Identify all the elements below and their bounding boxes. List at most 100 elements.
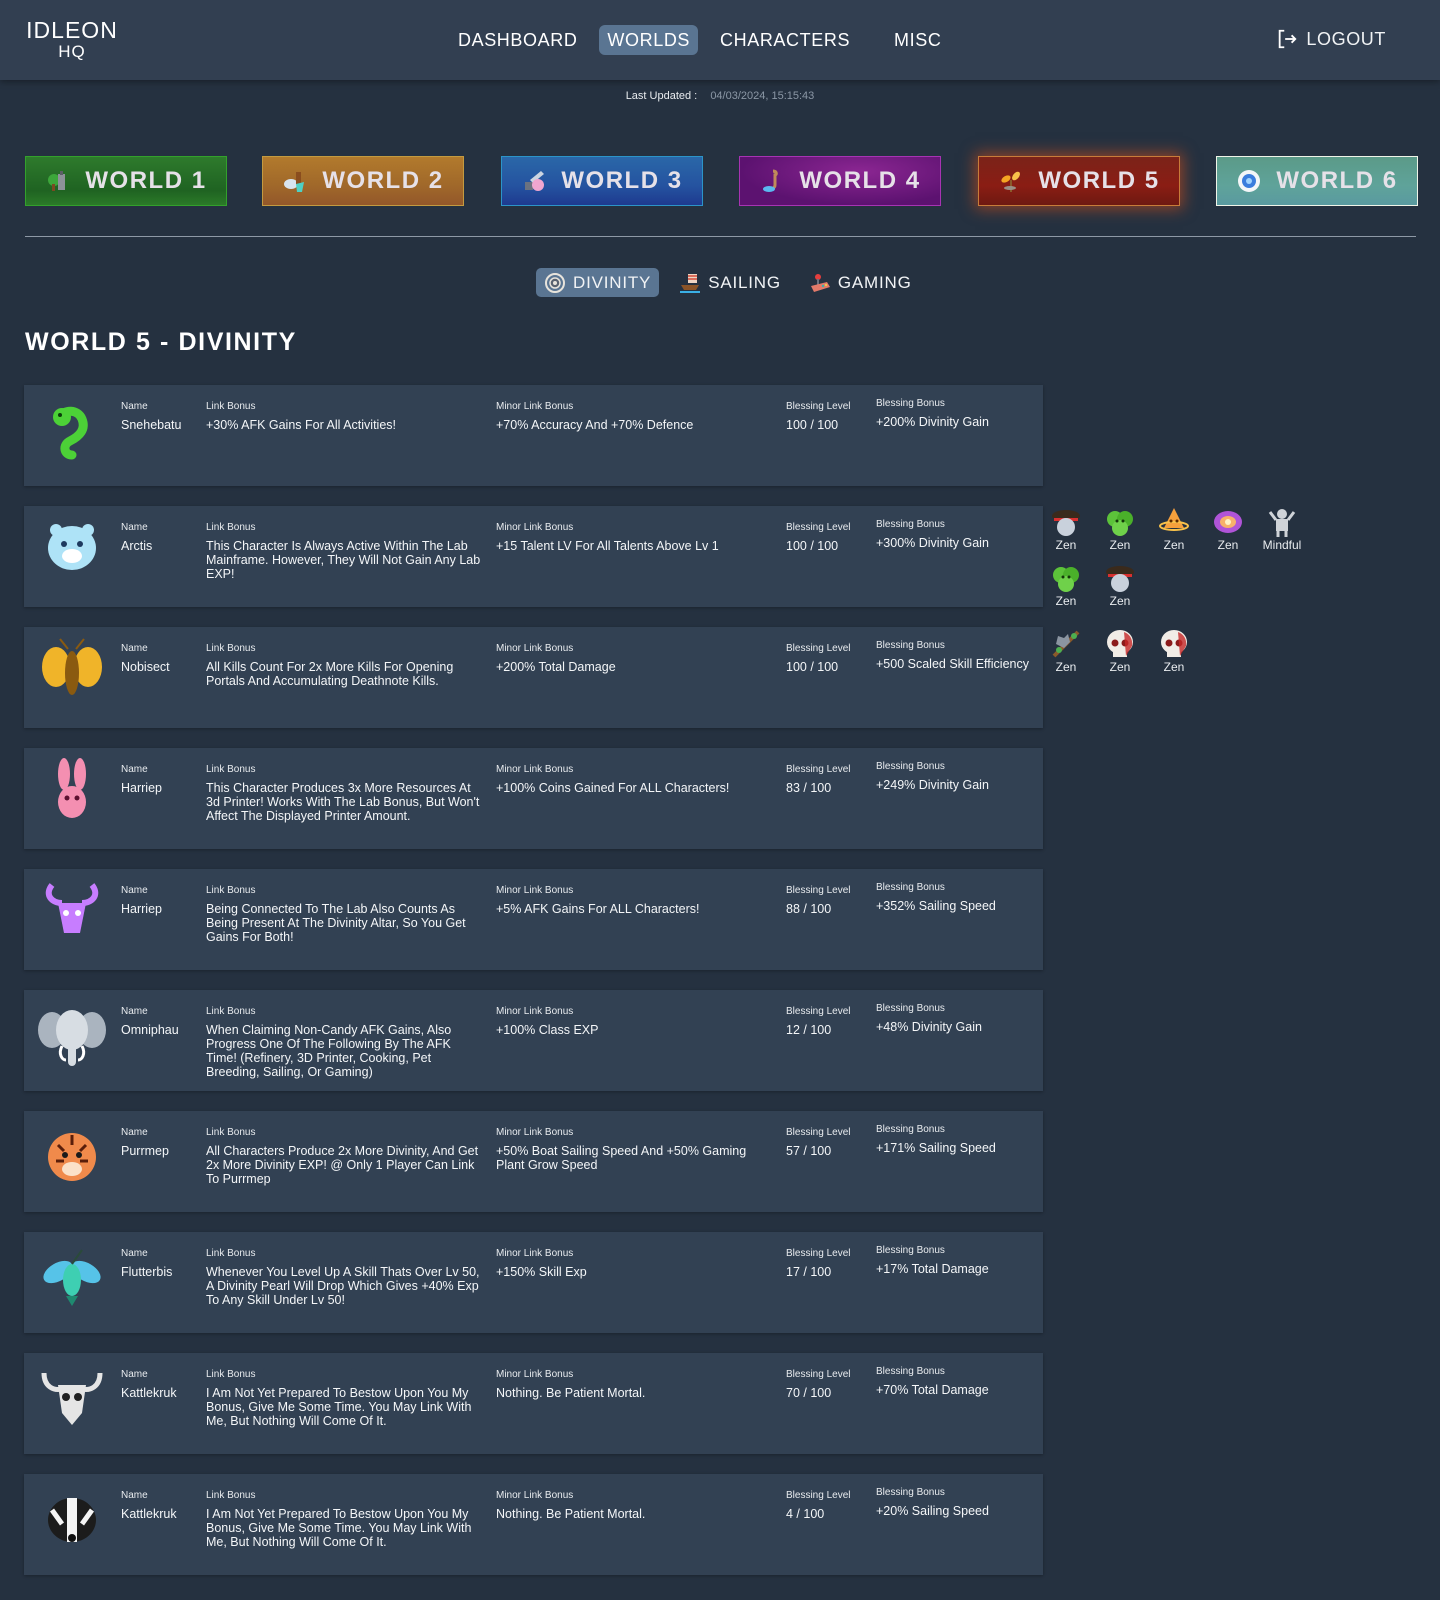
blessing-bonus-value: +20% Sailing Speed	[876, 1504, 989, 1518]
blessing-level-value: 4 / 100	[786, 1507, 825, 1521]
nav-worlds[interactable]: WORLDS	[599, 25, 699, 55]
link-bonus-column: Link Bonus I Am Not Yet Prepared To Best…	[206, 1489, 481, 1549]
link-bonus-label: Link Bonus	[206, 1248, 256, 1259]
minor-link-bonus-column: Minor Link Bonus +5% AFK Gains For ALL C…	[496, 884, 776, 916]
blessing-level-column: Blessing Level 100 / 100	[786, 400, 872, 432]
link-bonus-column: Link Bonus Whenever You Level Up A Skill…	[206, 1247, 481, 1307]
blessing-bonus-label: Blessing Bonus	[876, 1366, 945, 1377]
world-5-label: WORLD 5	[1038, 167, 1160, 194]
linked-character[interactable]: Zen	[1092, 628, 1148, 674]
blessing-bonus-column: Blessing Bonus +500 Scaled Skill Efficie…	[876, 639, 1046, 671]
link-bonus-label: Link Bonus	[206, 643, 256, 654]
world-2-button[interactable]: WORLD 2	[262, 156, 464, 206]
logout-button[interactable]: LOGOUT	[1276, 28, 1386, 50]
tab-gaming[interactable]: GAMING	[801, 268, 920, 297]
minor-link-bonus-label: Minor Link Bonus	[496, 401, 574, 412]
link-bonus-label: Link Bonus	[206, 885, 256, 896]
hummingbird-god-icon	[43, 1249, 101, 1306]
linked-character[interactable]: Zen	[1038, 562, 1094, 608]
link-bonus-value: Whenever You Level Up A Skill Thats Over…	[206, 1265, 480, 1307]
god-row-purrmep: Name Purrmep Link Bonus All Characters P…	[24, 1111, 1043, 1212]
linked-character[interactable]: Zen	[1038, 506, 1094, 552]
link-bonus-column: Link Bonus This Character Is Always Acti…	[206, 521, 481, 581]
world-2-label: WORLD 2	[322, 167, 444, 194]
minor-link-bonus-value: Nothing. Be Patient Mortal.	[496, 1507, 646, 1521]
world-5-button[interactable]: WORLD 5	[978, 156, 1180, 206]
nav-dashboard[interactable]: DASHBOARD	[458, 25, 585, 55]
world-3-label: WORLD 3	[561, 167, 683, 194]
tab-sailing[interactable]: SAILING	[671, 268, 789, 297]
link-bonus-label: Link Bonus	[206, 1369, 256, 1380]
god-avatar	[38, 1000, 106, 1068]
linked-character[interactable]: Zen	[1200, 506, 1256, 552]
god-name: Purrmep	[121, 1144, 169, 1158]
gods-list: Name Snehebatu Link Bonus +30% AFK Gains…	[24, 385, 1044, 1595]
blessing-level-value: 83 / 100	[786, 781, 832, 795]
blessing-level-value: 17 / 100	[786, 1265, 832, 1279]
minor-link-bonus-label: Minor Link Bonus	[496, 885, 574, 896]
blessing-bonus-value: +300% Divinity Gain	[876, 536, 989, 550]
god-name-column: Name Kattlekruk	[121, 1368, 201, 1400]
god-row-omniphau: Name Omniphau Link Bonus When Claiming N…	[24, 990, 1043, 1091]
god-name: Arctis	[121, 539, 153, 553]
name-label: Name	[121, 1248, 148, 1259]
blessing-bonus-label: Blessing Bonus	[876, 398, 945, 409]
blessing-bonus-column: Blessing Bonus +20% Sailing Speed	[876, 1486, 1046, 1518]
minor-link-bonus-column: Minor Link Bonus +50% Boat Sailing Speed…	[496, 1126, 776, 1172]
world-3-icon	[525, 171, 545, 191]
blessing-level-value: 88 / 100	[786, 902, 832, 916]
moth-god-icon	[42, 638, 102, 695]
world-4-button[interactable]: WORLD 4	[739, 156, 941, 206]
link-bonus-label: Link Bonus	[206, 1490, 256, 1501]
god-name-column: Name Flutterbis	[121, 1247, 201, 1279]
name-label: Name	[121, 643, 148, 654]
god-name-column: Name Harriep	[121, 884, 201, 916]
linked-character[interactable]: Zen	[1092, 506, 1148, 552]
world-6-icon	[1238, 170, 1261, 192]
world-6-button[interactable]: WORLD 6	[1216, 156, 1418, 206]
linked-character[interactable]: Zen	[1092, 562, 1148, 608]
snake-god-icon	[53, 406, 88, 460]
god-avatar	[38, 1242, 106, 1310]
god-row-kattlekruk: Name Kattlekruk Link Bonus I Am Not Yet …	[24, 1353, 1043, 1454]
minor-link-bonus-label: Minor Link Bonus	[496, 522, 574, 533]
blessing-bonus-value: +352% Sailing Speed	[876, 899, 996, 913]
blessing-level-label: Blessing Level	[786, 1248, 851, 1259]
last-updated-label: Last Updated :	[625, 90, 698, 102]
logo-subtitle: HQ	[58, 42, 86, 61]
blessing-bonus-column: Blessing Bonus +70% Total Damage	[876, 1365, 1046, 1397]
god-name: Nobisect	[121, 660, 170, 674]
linked-character[interactable]: Zen	[1038, 628, 1094, 674]
logout-label: LOGOUT	[1306, 28, 1386, 49]
god-name-column: Name Purrmep	[121, 1126, 201, 1158]
logo[interactable]: IDLEON HQ	[25, 17, 119, 61]
minor-link-bonus-column: Minor Link Bonus Nothing. Be Patient Mor…	[496, 1368, 776, 1400]
blessing-bonus-value: +500 Scaled Skill Efficiency	[876, 657, 1029, 671]
linked-character-name: Zen	[1055, 660, 1077, 674]
nav-characters[interactable]: CHARACTERS	[712, 25, 858, 55]
minor-link-bonus-label: Minor Link Bonus	[496, 1006, 574, 1017]
linked-character[interactable]: Zen	[1146, 628, 1202, 674]
tab-gaming-label: GAMING	[837, 272, 912, 292]
tab-divinity[interactable]: DIVINITY	[536, 268, 660, 297]
badger-god-icon	[48, 1498, 96, 1542]
linked-character[interactable]: Zen	[1146, 506, 1202, 552]
blessing-level-label: Blessing Level	[786, 643, 851, 654]
minor-link-bonus-column: Minor Link Bonus +200% Total Damage	[496, 642, 776, 674]
world-3-button[interactable]: WORLD 3	[501, 156, 703, 206]
name-label: Name	[121, 1006, 148, 1017]
god-name: Snehebatu	[121, 418, 182, 432]
blessing-bonus-label: Blessing Bonus	[876, 882, 945, 893]
elephant-god-icon	[38, 1010, 106, 1066]
blessing-bonus-label: Blessing Bonus	[876, 1487, 945, 1498]
blessing-level-label: Blessing Level	[786, 522, 851, 533]
linked-character[interactable]: Mindful	[1254, 506, 1310, 552]
link-bonus-label: Link Bonus	[206, 1006, 256, 1017]
god-avatar	[38, 1363, 106, 1431]
world-1-button[interactable]: WORLD 1	[25, 156, 227, 206]
link-bonus-label: Link Bonus	[206, 764, 256, 775]
minor-link-bonus-column: Minor Link Bonus +70% Accuracy And +70% …	[496, 400, 776, 432]
blessing-level-column: Blessing Level 70 / 100	[786, 1368, 872, 1400]
link-bonus-value: I Am Not Yet Prepared To Bestow Upon You…	[206, 1386, 472, 1428]
nav-misc[interactable]: MISC	[886, 25, 949, 55]
